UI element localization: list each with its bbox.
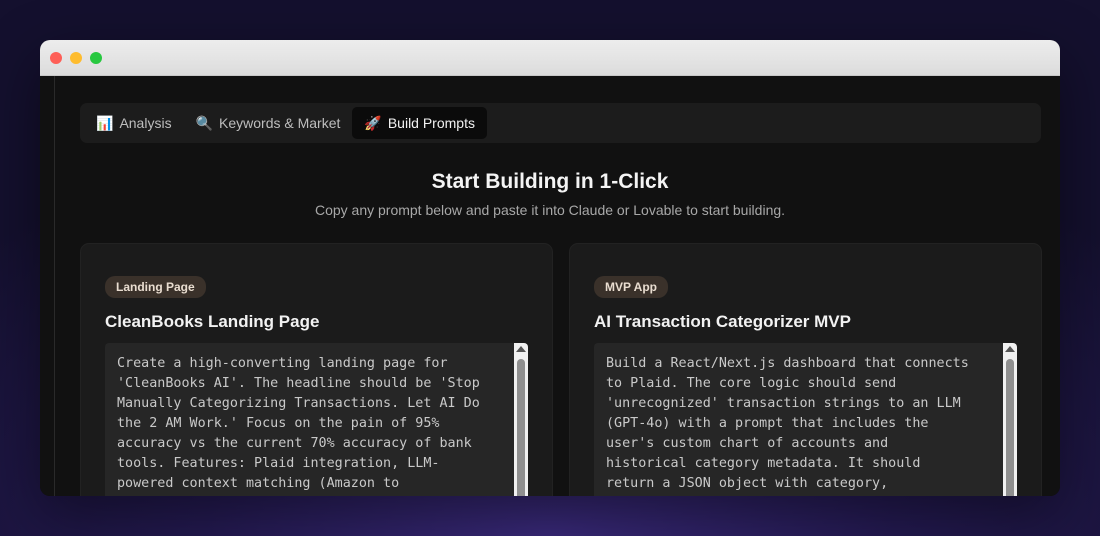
tab-bar: 📊 Analysis 🔍 Keywords & Market 🚀 Build P… (80, 103, 1041, 143)
prompt-scrollbar[interactable] (514, 343, 528, 496)
prompt-card-mvp-app: MVP App AI Transaction Categorizer MVP B… (569, 243, 1042, 496)
scroll-up-arrow-icon[interactable] (1005, 346, 1015, 352)
browser-window: 📊 Analysis 🔍 Keywords & Market 🚀 Build P… (40, 40, 1060, 496)
prompt-textarea[interactable]: Create a high-converting landing page fo… (105, 343, 528, 496)
minimize-window-button[interactable] (70, 52, 82, 64)
magnifier-icon: 🔍 (195, 114, 214, 131)
scrollbar-thumb[interactable] (517, 359, 525, 496)
category-badge: Landing Page (105, 276, 206, 298)
tab-label: Keywords & Market (219, 115, 341, 131)
close-window-button[interactable] (50, 52, 62, 64)
maximize-window-button[interactable] (90, 52, 102, 64)
card-title: AI Transaction Categorizer MVP (594, 312, 851, 331)
prompt-scrollbar[interactable] (1003, 343, 1017, 496)
tab-build-prompts[interactable]: 🚀 Build Prompts (352, 107, 487, 139)
prompt-textarea[interactable]: Build a React/Next.js dashboard that con… (594, 343, 1017, 496)
window-titlebar (40, 40, 1060, 76)
scroll-up-arrow-icon[interactable] (516, 346, 526, 352)
bar-chart-icon: 📊 (96, 114, 114, 131)
rocket-icon: 🚀 (364, 114, 382, 131)
category-badge: MVP App (594, 276, 669, 298)
prompt-text[interactable]: Create a high-converting landing page fo… (117, 354, 507, 494)
left-divider (54, 76, 55, 496)
tab-label: Build Prompts (387, 115, 475, 131)
prompt-text[interactable]: Build a React/Next.js dashboard that con… (606, 354, 996, 494)
tab-keywords-market[interactable]: 🔍 Keywords & Market (184, 107, 353, 139)
tab-label: Analysis (119, 115, 172, 131)
card-title: CleanBooks Landing Page (105, 312, 320, 331)
tab-analysis[interactable]: 📊 Analysis (84, 107, 184, 139)
prompt-card-landing-page: Landing Page CleanBooks Landing Page Cre… (80, 243, 553, 496)
scrollbar-thumb[interactable] (1006, 359, 1014, 496)
page-subtitle: Copy any prompt below and paste it into … (314, 202, 786, 218)
page-title: Start Building in 1-Click (431, 170, 669, 193)
app-content: 📊 Analysis 🔍 Keywords & Market 🚀 Build P… (40, 76, 1060, 496)
